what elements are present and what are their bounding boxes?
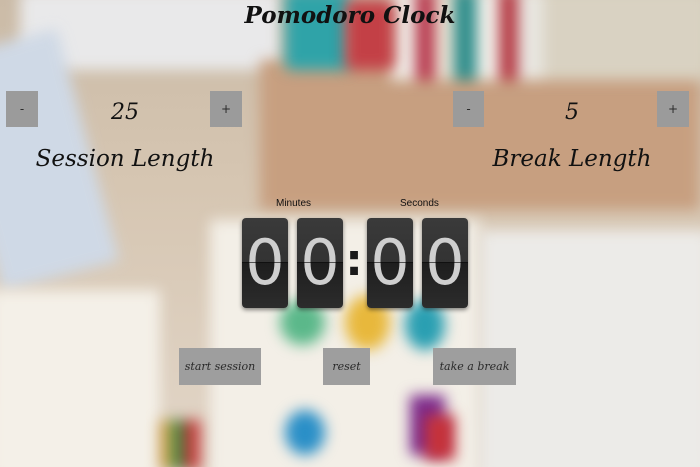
minutes-tens-digit: 0: [242, 218, 288, 308]
bg-logo-blue: [285, 410, 325, 455]
break-length-label: Break Length: [492, 146, 652, 172]
seconds-ones-digit: 0: [422, 218, 468, 308]
break-increment-button[interactable]: +: [657, 91, 689, 127]
bg-paper-left: [0, 290, 160, 467]
minutes-label: Minutes: [276, 198, 312, 209]
bg-pencils: [160, 420, 200, 467]
take-a-break-button[interactable]: take a break: [433, 348, 516, 385]
session-length-value: 25: [111, 100, 139, 125]
seconds-tens-digit: 0: [367, 218, 413, 308]
session-decrement-button[interactable]: -: [6, 91, 38, 127]
bg-desk: [260, 60, 700, 210]
bg-logo-red: [425, 415, 455, 460]
minutes-ones-digit: 0: [297, 218, 343, 308]
seconds-label: Seconds: [400, 198, 439, 209]
start-session-button[interactable]: start session: [179, 348, 261, 385]
break-length-value: 5: [565, 100, 579, 125]
app-title: Pomodoro Clock: [244, 2, 456, 29]
break-decrement-button[interactable]: -: [453, 91, 484, 127]
session-length-label: Session Length: [35, 146, 215, 172]
timer-colon-separator: :: [345, 235, 363, 286]
reset-button[interactable]: reset: [323, 348, 370, 385]
session-increment-button[interactable]: +: [210, 91, 242, 127]
